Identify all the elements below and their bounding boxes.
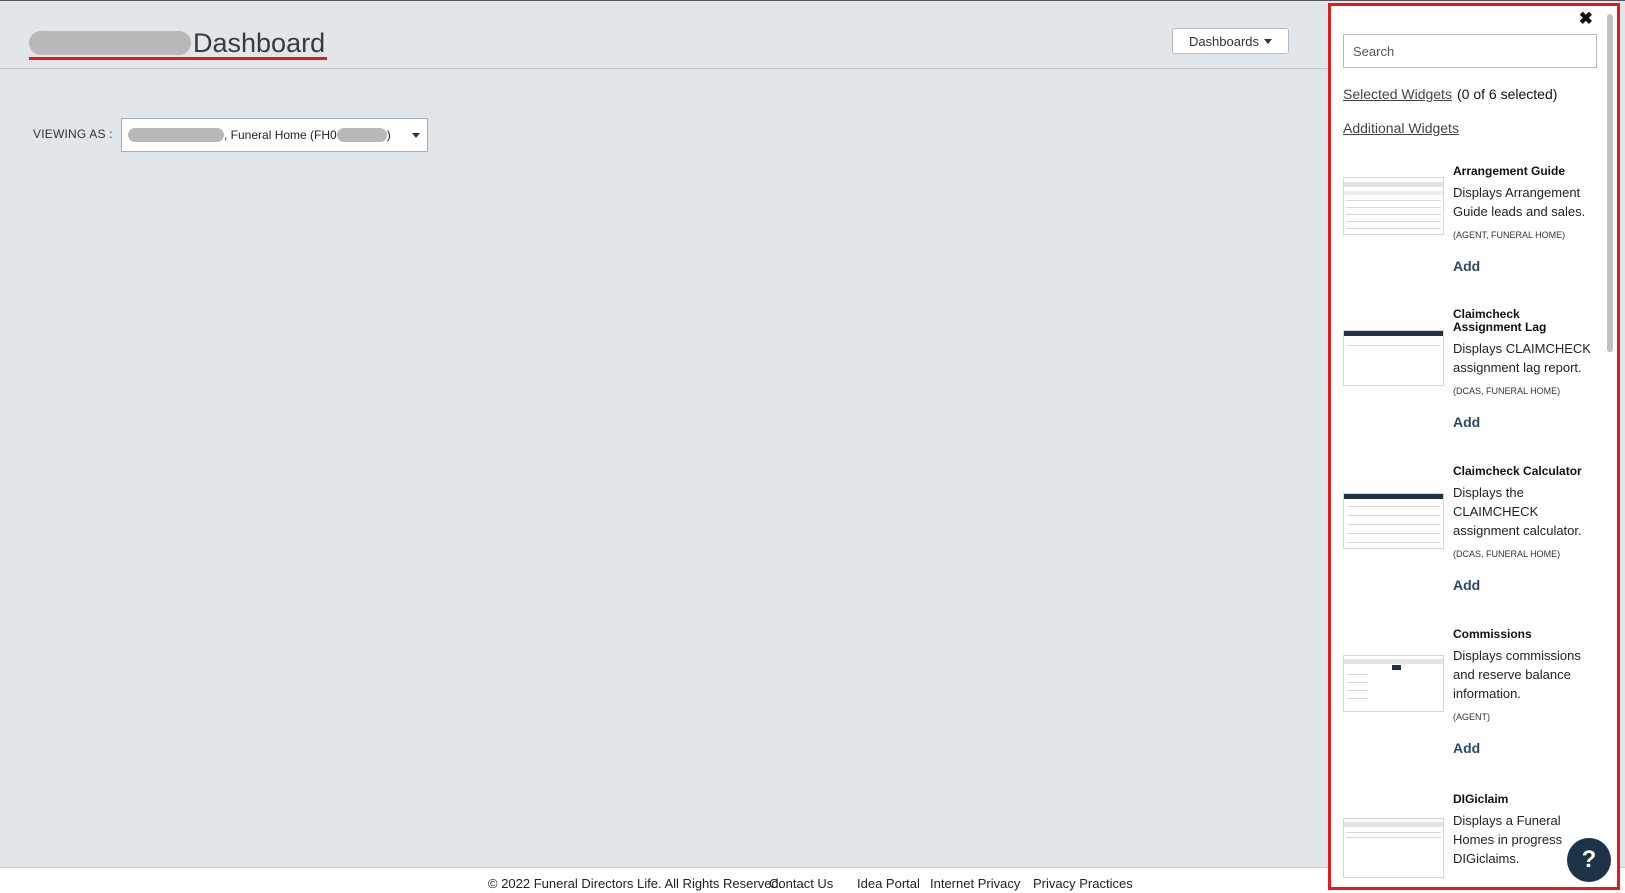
widget-name: Commissions xyxy=(1453,627,1532,641)
close-icon[interactable]: ✖ xyxy=(1579,10,1593,28)
redacted-text xyxy=(128,128,224,142)
widget-roles: (DCAS, FUNERAL HOME) xyxy=(1453,386,1561,396)
widget-add-link[interactable]: Add xyxy=(1453,414,1591,430)
widget-roles: (AGENT) xyxy=(1453,712,1490,722)
viewing-as-label: VIEWING AS : xyxy=(33,127,113,141)
widget-add-link[interactable]: Add xyxy=(1453,577,1591,593)
viewing-as-value: , Funeral Home (FH0 xyxy=(224,128,337,142)
dashboards-button-label: Dashboards xyxy=(1188,33,1260,49)
widget-roles: (AGENT, FUNERAL HOME) xyxy=(1453,230,1566,240)
widget-add-link[interactable]: Add xyxy=(1453,258,1591,274)
widget-text: Arrangement Guide Displays Arrangement G… xyxy=(1453,164,1591,275)
footer-idea-portal-link[interactable]: Idea Portal xyxy=(857,876,920,891)
footer-contact-link[interactable]: Contact Us xyxy=(769,876,833,891)
widget-text: Commissions Displays commissions and res… xyxy=(1453,627,1591,757)
redacted-text xyxy=(336,128,387,142)
title-wrap: Dashboard xyxy=(29,28,325,58)
additional-widgets-link[interactable]: Additional Widgets xyxy=(1343,120,1459,136)
viewing-as-select[interactable]: , Funeral Home (FH0 ) xyxy=(121,118,428,152)
header: Dashboard Dashboards xyxy=(0,1,1328,69)
help-button[interactable]: ? xyxy=(1567,838,1611,882)
widget-description: Displays Arrangement Guide leads and sal… xyxy=(1453,185,1586,219)
widget-name: Claimcheck Assignment Lag xyxy=(1453,307,1547,334)
widget-search-input[interactable] xyxy=(1343,34,1597,68)
widget-thumbnail xyxy=(1343,330,1444,386)
viewing-as-value-end: ) xyxy=(386,128,391,142)
widget-name: Arrangement Guide xyxy=(1453,164,1566,178)
app: Dashboard Dashboards VIEWING AS : , Fune… xyxy=(0,0,1625,893)
selected-widgets-link[interactable]: Selected Widgets xyxy=(1343,86,1452,102)
title-highlight xyxy=(29,57,327,60)
widget-add-link[interactable]: Add xyxy=(1453,740,1591,756)
caret-down-icon xyxy=(1264,38,1273,44)
widget-thumbnail xyxy=(1343,493,1444,549)
widget-side-panel: ✖ Selected Widgets (0 of 6 selected) Add… xyxy=(1328,3,1620,890)
widget-thumbnail xyxy=(1343,177,1444,235)
widget-name: DIGiclaim xyxy=(1453,792,1509,806)
footer-privacy-practices-link[interactable]: Privacy Practices xyxy=(1033,876,1133,891)
widget-description: Displays commissions and reserve balance… xyxy=(1453,648,1581,701)
footer-internet-privacy-link[interactable]: Internet Privacy xyxy=(930,876,1020,891)
widget-thumbnail xyxy=(1343,655,1444,712)
panel-scrollbar[interactable] xyxy=(1607,14,1613,352)
widget-text: Claimcheck Calculator Displays the CLAIM… xyxy=(1453,464,1591,594)
widget-description: Displays CLAIMCHECK assignment lag repor… xyxy=(1453,341,1591,375)
page-title: Dashboard xyxy=(193,28,326,58)
widget-name: Claimcheck Calculator xyxy=(1453,464,1582,478)
redacted-name xyxy=(29,31,191,55)
caret-down-icon xyxy=(412,133,420,138)
selected-count: (0 of 6 selected) xyxy=(1457,86,1558,102)
widget-roles: (DCAS, FUNERAL HOME) xyxy=(1453,549,1561,559)
dashboards-dropdown-button[interactable]: Dashboards xyxy=(1172,28,1289,54)
footer-copyright: © 2022 Funeral Directors Life. All Right… xyxy=(488,876,783,891)
widget-text: Claimcheck Assignment Lag Displays CLAIM… xyxy=(1453,307,1591,431)
widget-thumbnail xyxy=(1343,818,1444,878)
widget-description: Displays the CLAIMCHECK assignment calcu… xyxy=(1453,485,1582,538)
